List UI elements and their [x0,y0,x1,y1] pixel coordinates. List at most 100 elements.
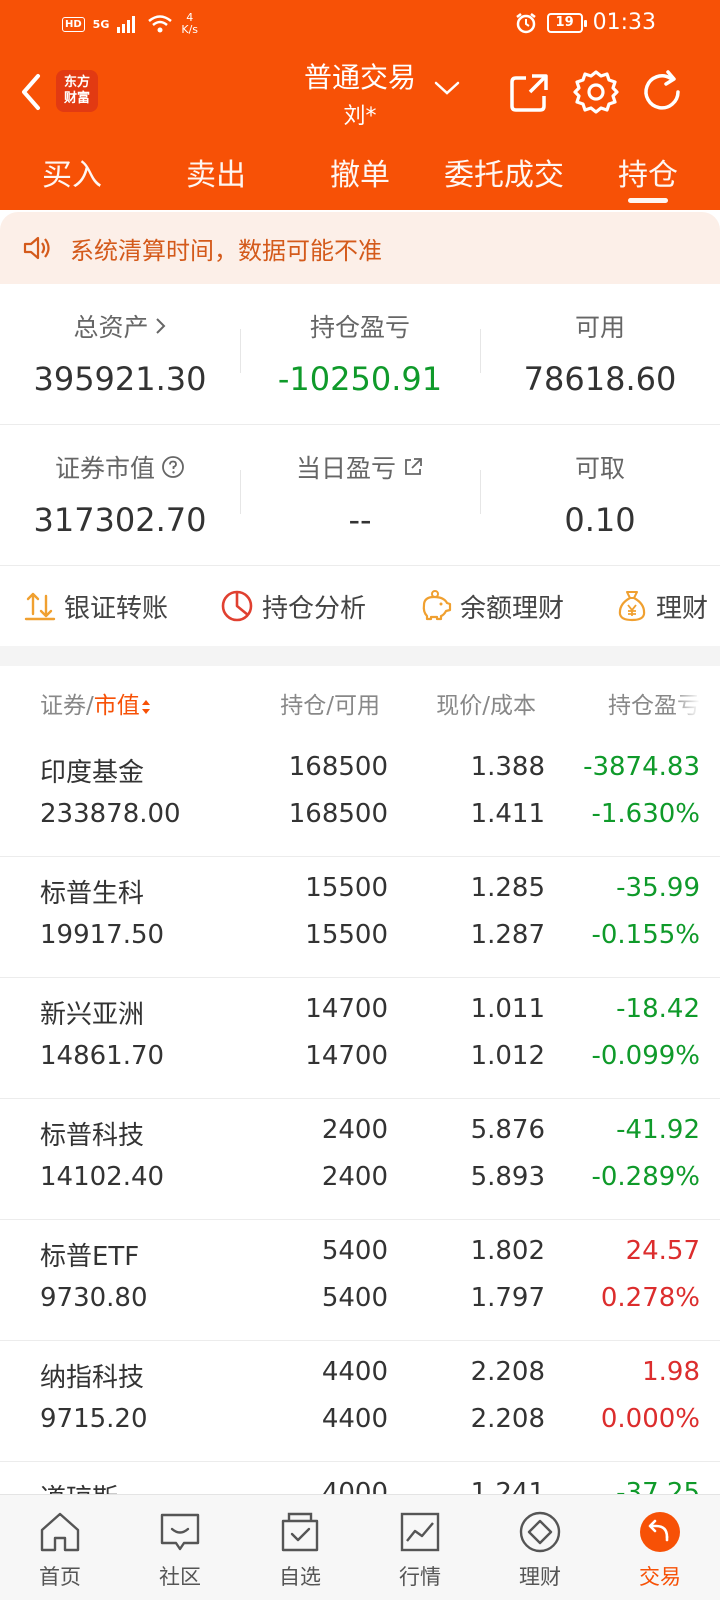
qa-balance-wealth-label: 余额理财 [460,593,565,624]
tab-sell[interactable]: 卖出 [144,150,288,205]
nav-market[interactable]: 行情 [360,1495,480,1600]
holding-price: 1.241 [470,1478,545,1494]
table-row[interactable]: 标普ETF 9730.80 5400 5400 1.802 1.797 24.5… [0,1220,720,1341]
gear-icon[interactable] [572,68,620,116]
daily-pl-label: 当日盈亏 [295,454,396,483]
wifi-icon [148,15,173,33]
money-bag-icon [618,591,646,622]
notice-bar[interactable]: 系统清算时间，数据可能不准 [0,212,720,284]
qa-balance-wealth[interactable]: 余额理财 [418,588,564,625]
account-summary: 总资产 395921.30 持仓盈亏 -10250.91 可用 78618.60… [0,284,720,566]
holding-cost: 2.208 [470,1404,545,1434]
nav-watchlist[interactable]: 自选 [240,1495,360,1600]
chevron-down-icon[interactable] [432,78,462,98]
community-icon [160,1513,200,1551]
holding-position: 14700 [305,994,388,1024]
nav-home[interactable]: 首页 [0,1495,120,1600]
holding-name: 新兴亚洲 [40,1000,145,1030]
holding-position: 4000 [321,1478,388,1494]
chevron-right-icon [155,318,165,334]
share-icon[interactable] [506,68,554,116]
holding-price: 1.802 [470,1236,545,1266]
holding-cost: 1.411 [470,799,545,829]
app-header: HD 5G 4 K/s 19 01:33 东方 财富 普通交易 刘* 买入 卖出… [0,0,720,210]
holding-name: 道琼斯 [40,1478,118,1494]
table-row[interactable]: 纳指科技 9715.20 4400 4400 2.208 2.208 1.98 … [0,1341,720,1462]
holding-market-value: 19917.50 [40,920,165,950]
available-value: 78618.60 [523,360,677,398]
status-left: HD 5G 4 K/s [62,12,198,36]
position-pl-label: 持仓盈亏 [309,313,410,342]
nav-community[interactable]: 社区 [120,1495,240,1600]
qa-bank-transfer[interactable]: 银证转账 [24,588,168,625]
table-row[interactable]: 标普生科 19917.50 15500 15500 1.285 1.287 -3… [0,857,720,978]
nav-trade-label: 交易 [639,1565,681,1589]
holding-cost: 1.012 [470,1041,545,1071]
help-icon[interactable] [161,455,185,479]
external-link-icon [405,458,422,475]
tab-cancel-order[interactable]: 撤单 [288,150,432,205]
qa-position-analysis[interactable]: 持仓分析 [220,588,366,625]
eastmoney-logo: 东方 财富 [56,70,98,112]
holding-pl-pct: -1.630% [591,799,700,829]
holding-market-value: 233878.00 [40,799,181,829]
withdrawable-value: 0.10 [564,501,636,539]
position-pl-value: -10250.91 [277,360,443,398]
table-row[interactable]: 新兴亚洲 14861.70 14700 14700 1.011 1.012 -1… [0,978,720,1099]
quick-actions: 银证转账 持仓分析 余额理财 理财 [0,566,720,646]
holding-available: 5400 [321,1283,388,1313]
col-security-label: 证券 [40,693,86,719]
total-assets-value: 395921.30 [33,360,207,398]
table-row[interactable]: 标普科技 14102.40 2400 2400 5.876 5.893 -41.… [0,1099,720,1220]
watchlist-icon [281,1512,319,1552]
holdings-list: 印度基金 233878.00 168500 168500 1.388 1.411… [0,736,720,1494]
nav-wealth-label: 理财 [519,1565,561,1589]
holding-price: 2.208 [470,1357,545,1387]
table-row[interactable]: 印度基金 233878.00 168500 168500 1.388 1.411… [0,736,720,857]
tab-buy[interactable]: 买入 [0,150,144,205]
holding-pl: -3874.83 [583,752,700,782]
total-assets-label: 总资产 [73,313,149,342]
hd-badge: HD [62,16,85,32]
holding-name: 纳指科技 [40,1363,145,1393]
qa-wealth[interactable]: 理财 [616,588,708,625]
holding-available: 15500 [305,920,388,950]
status-bar: HD 5G 4 K/s 19 01:33 [0,0,720,50]
holding-pl: -41.92 [616,1115,700,1145]
col-price-cost[interactable]: 现价/成本 [436,686,536,720]
holding-position: 4400 [321,1357,388,1387]
title-main: 普通交易 [303,61,416,94]
tab-positions[interactable]: 持仓 [576,150,720,205]
battery-level: 19 [555,15,574,30]
holding-pl: 24.57 [625,1236,700,1266]
daily-pl[interactable]: 当日盈亏 -- [240,425,480,565]
holding-position: 15500 [305,873,388,903]
holding-pl-pct: 0.278% [600,1283,700,1313]
nav-trade[interactable]: 交易 [600,1495,720,1600]
holding-price: 1.388 [470,752,545,782]
nav-market-label: 行情 [399,1565,441,1589]
page-title[interactable]: 普通交易 刘* [260,56,460,130]
back-arrow-icon[interactable] [16,70,46,114]
wealth-icon [519,1511,561,1553]
col-sep: / [86,693,94,719]
col-position-pl[interactable]: 持仓盈亏 [608,686,700,720]
qa-bank-transfer-label: 银证转账 [64,593,169,624]
holdings-header: 证券/市值 持仓/可用 现价/成本 持仓盈亏 [0,666,720,736]
holding-pl: -35.99 [616,873,700,903]
col-position-available[interactable]: 持仓/可用 [280,686,380,720]
holding-pl-pct: -0.155% [591,920,700,950]
refresh-icon[interactable] [638,68,686,116]
holding-name: 标普生科 [40,879,145,909]
tab-orders[interactable]: 委托成交 [432,150,576,205]
bottom-nav: 首页 社区 自选 行情 理财 交易 [0,1494,720,1600]
table-row[interactable]: 道琼斯 4000 1.241 -37.25 [0,1462,720,1494]
total-assets[interactable]: 总资产 395921.30 [0,284,240,424]
col-security-market-value[interactable]: 证券/市值 [40,686,152,720]
holding-price: 5.876 [470,1115,545,1145]
piggy-bank-icon [422,590,452,621]
nav-wealth[interactable]: 理财 [480,1495,600,1600]
status-right: 19 01:33 [515,10,656,35]
holding-cost: 1.287 [470,920,545,950]
home-icon [40,1512,80,1552]
